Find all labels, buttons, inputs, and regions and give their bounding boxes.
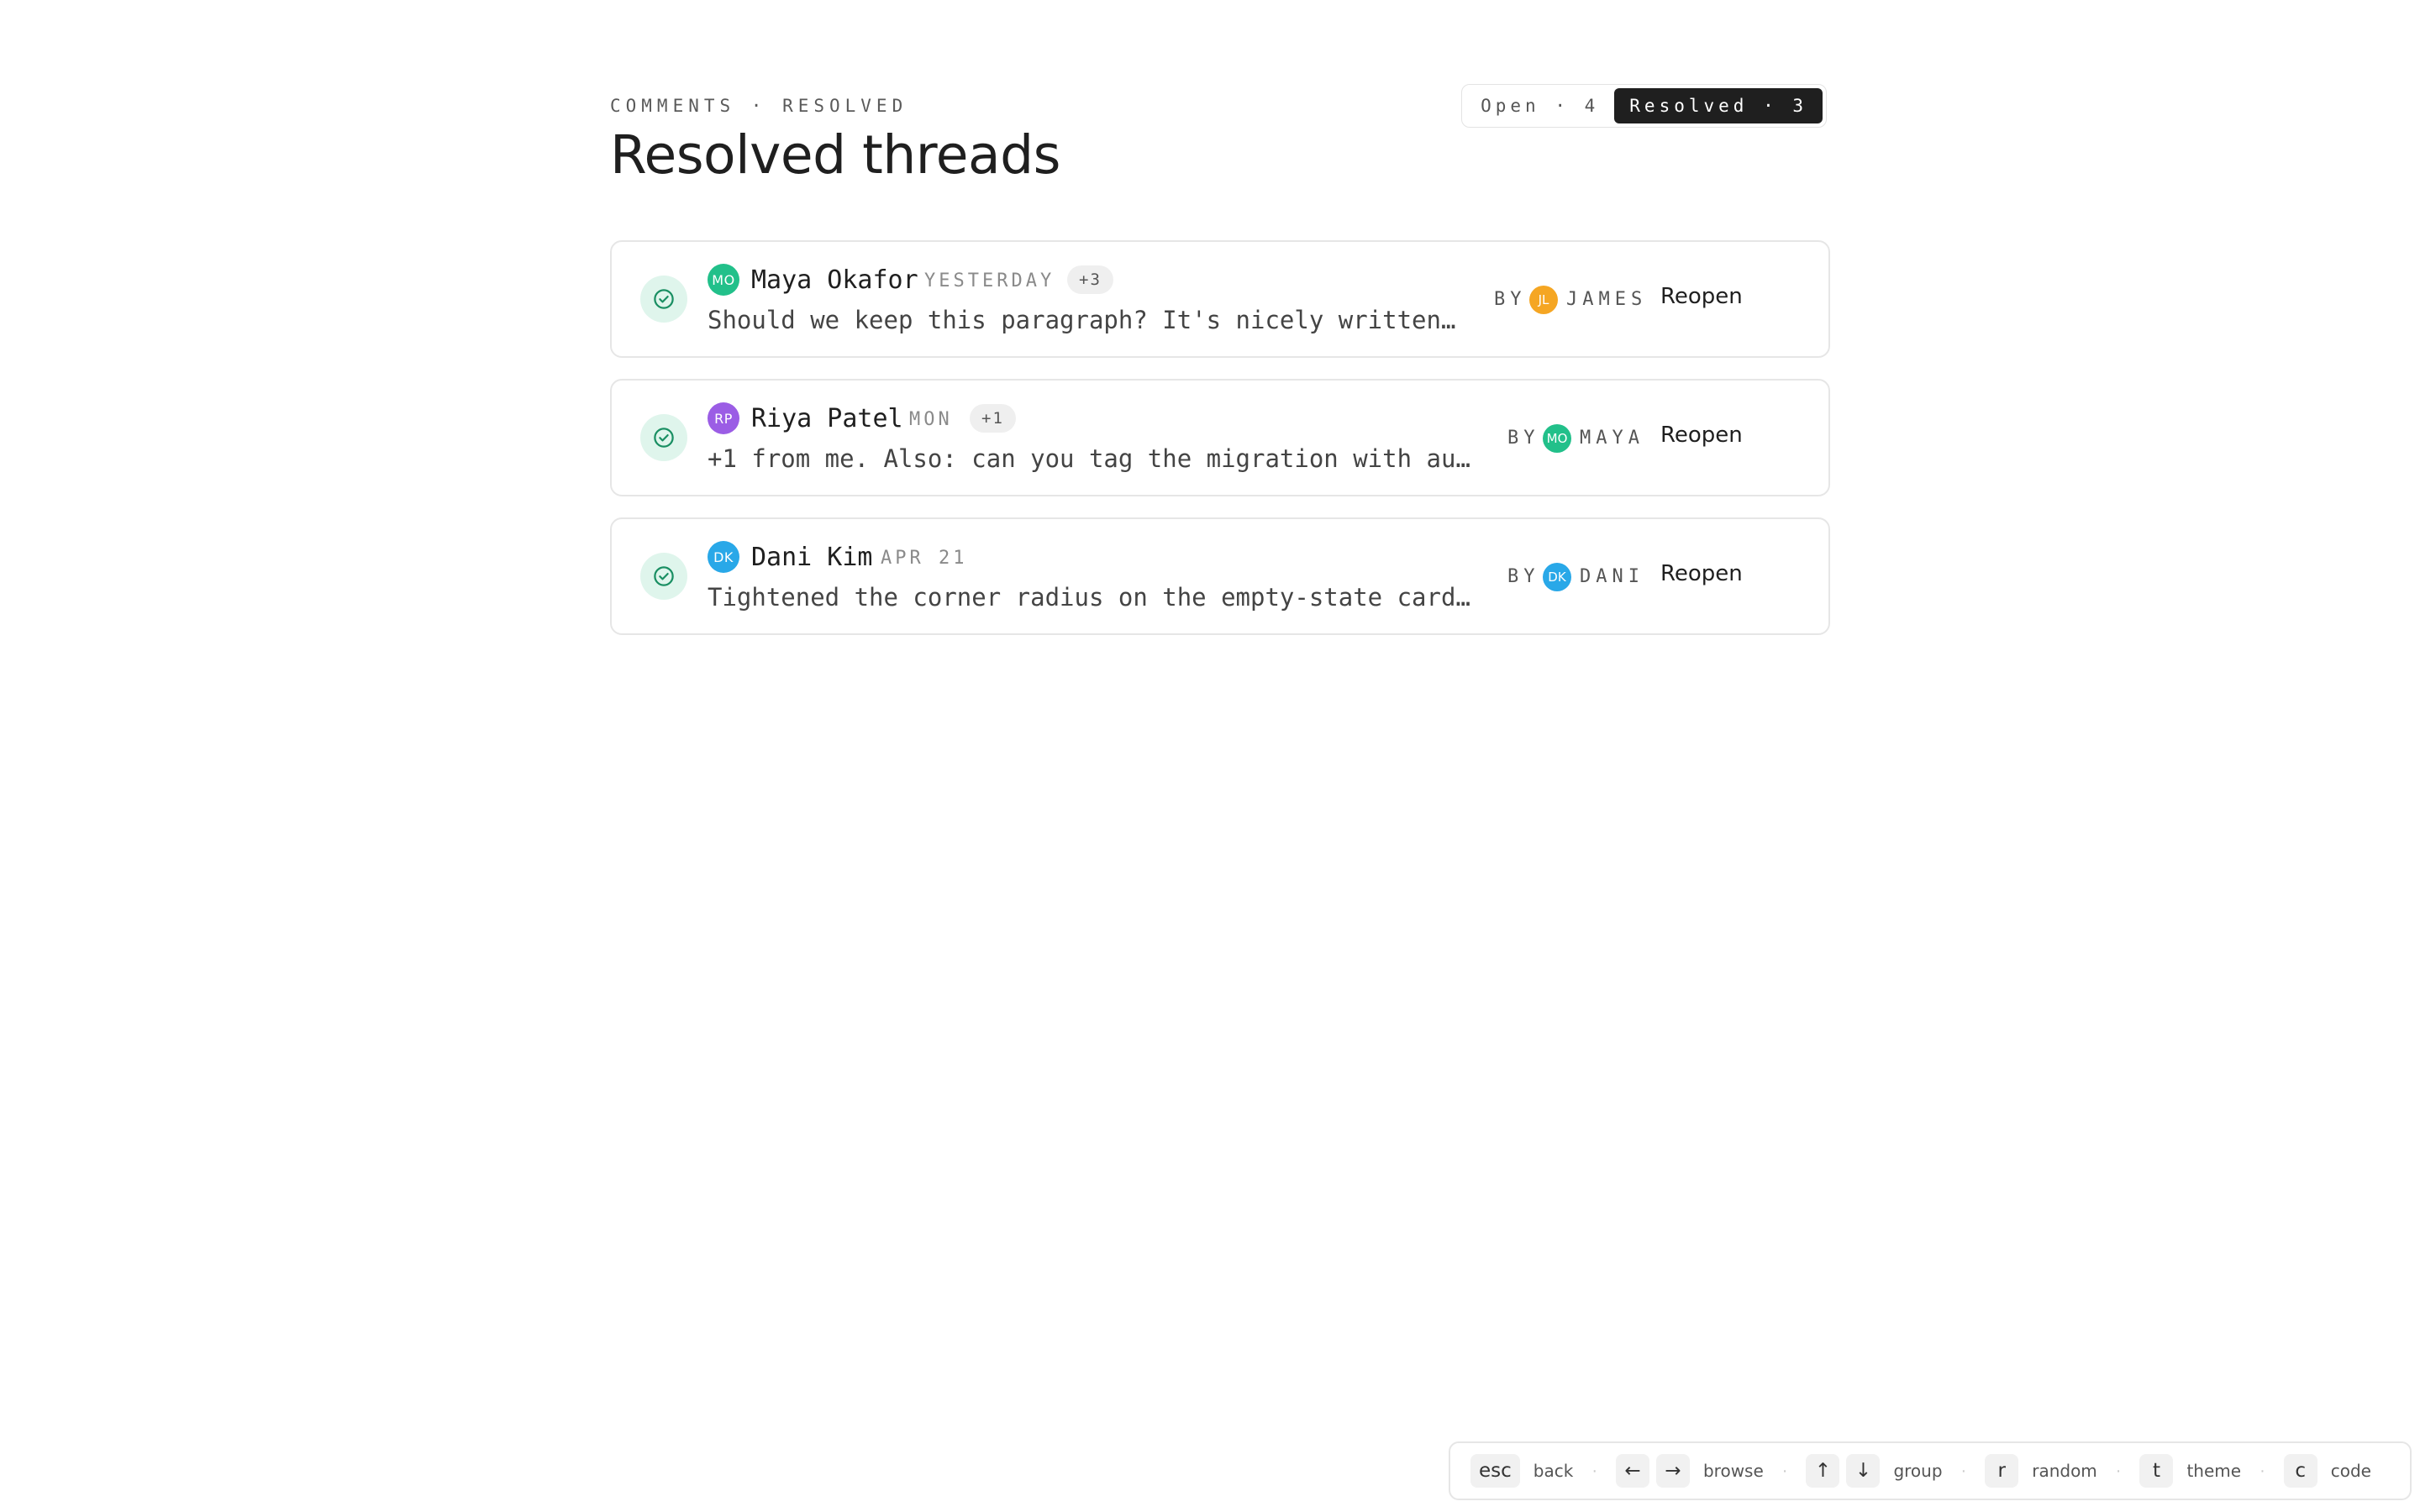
tab-open[interactable]: Open · 4 — [1465, 88, 1614, 123]
keyboard-shortcuts-bar: esc back · ← → browse · ↑ ↓ group · r ra… — [1449, 1441, 2412, 1500]
author-name: Dani Kim — [751, 543, 873, 572]
separator: · — [1781, 1461, 1788, 1480]
resolver-avatar: DK — [1543, 563, 1571, 591]
status-filter: Open · 4 Resolved · 3 — [1461, 84, 1827, 128]
r-key[interactable]: r — [1985, 1454, 2019, 1488]
page-header: COMMENTS · RESOLVED Resolved threads Ope… — [610, 84, 1830, 193]
separator: · — [2260, 1461, 2265, 1480]
arrow-left-icon[interactable]: ← — [1615, 1454, 1649, 1488]
t-key[interactable]: t — [2139, 1454, 2174, 1488]
thread-card[interactable]: DK Dani Kim APR 21 Tightened the corner … — [610, 517, 1830, 635]
reply-count-badge: +3 — [1067, 265, 1113, 294]
thread-card[interactable]: RP Riya Patel MON +1 +1 from me. Also: c… — [610, 379, 1830, 496]
author-avatar: RP — [708, 402, 739, 434]
author-avatar: DK — [708, 541, 739, 573]
comment-time: YESTERDAY — [924, 270, 1055, 291]
resolved-by-label: BY — [1507, 428, 1540, 449]
resolved-by-label: BY — [1494, 289, 1527, 310]
arrow-right-icon[interactable]: → — [1655, 1454, 1690, 1488]
reply-count-badge: +1 — [970, 404, 1016, 433]
resolver-avatar: MO — [1543, 424, 1571, 453]
comment-time: APR 21 — [881, 548, 968, 569]
comment-time: MON — [909, 409, 953, 430]
resolver-name: MAYA — [1580, 428, 1644, 449]
resolver-name: JAMES — [1566, 289, 1648, 310]
author-name: Maya Okafor — [751, 265, 918, 295]
author-avatar: MO — [708, 264, 739, 296]
arrow-up-icon[interactable]: ↑ — [1806, 1454, 1840, 1488]
shortcut-label-group: group — [1893, 1461, 1943, 1481]
reopen-button[interactable]: Reopen — [1660, 284, 1743, 309]
breadcrumb: COMMENTS · RESOLVED — [610, 96, 908, 116]
arrow-down-icon[interactable]: ↓ — [1846, 1454, 1881, 1488]
reopen-button[interactable]: Reopen — [1660, 423, 1743, 448]
thread-list: MO Maya Okafor YESTERDAY +3 Should we ke… — [610, 240, 1830, 656]
thread-card[interactable]: MO Maya Okafor YESTERDAY +3 Should we ke… — [610, 240, 1830, 358]
page-title: Resolved threads — [610, 124, 1060, 186]
resolver-avatar: JL — [1529, 286, 1558, 314]
reopen-button[interactable]: Reopen — [1660, 561, 1743, 586]
separator: · — [2115, 1461, 2122, 1480]
shortcut-label-random: random — [2032, 1461, 2097, 1481]
shortcut-label-browse: browse — [1702, 1461, 1764, 1481]
comment-body: Tightened the corner radius on the empty… — [708, 583, 1479, 612]
resolver-name: DANI — [1580, 566, 1644, 587]
esc-key[interactable]: esc — [1470, 1454, 1520, 1488]
shortcut-label-code: code — [2330, 1461, 2371, 1481]
c-key[interactable]: c — [2283, 1454, 2317, 1488]
tab-resolved[interactable]: Resolved · 3 — [1614, 88, 1823, 123]
shortcut-label-back: back — [1533, 1461, 1574, 1481]
resolved-check-icon — [640, 276, 687, 323]
comment-body: Should we keep this paragraph? It's nice… — [708, 306, 1464, 334]
separator: · — [1960, 1461, 1967, 1480]
resolved-by-label: BY — [1507, 566, 1540, 587]
shortcut-label-theme: theme — [2186, 1461, 2242, 1481]
resolved-check-icon — [640, 553, 687, 600]
author-name: Riya Patel — [751, 404, 903, 433]
comment-body: +1 from me. Also: can you tag the migrat… — [708, 444, 1479, 473]
separator: · — [1591, 1461, 1597, 1480]
resolved-check-icon — [640, 414, 687, 461]
